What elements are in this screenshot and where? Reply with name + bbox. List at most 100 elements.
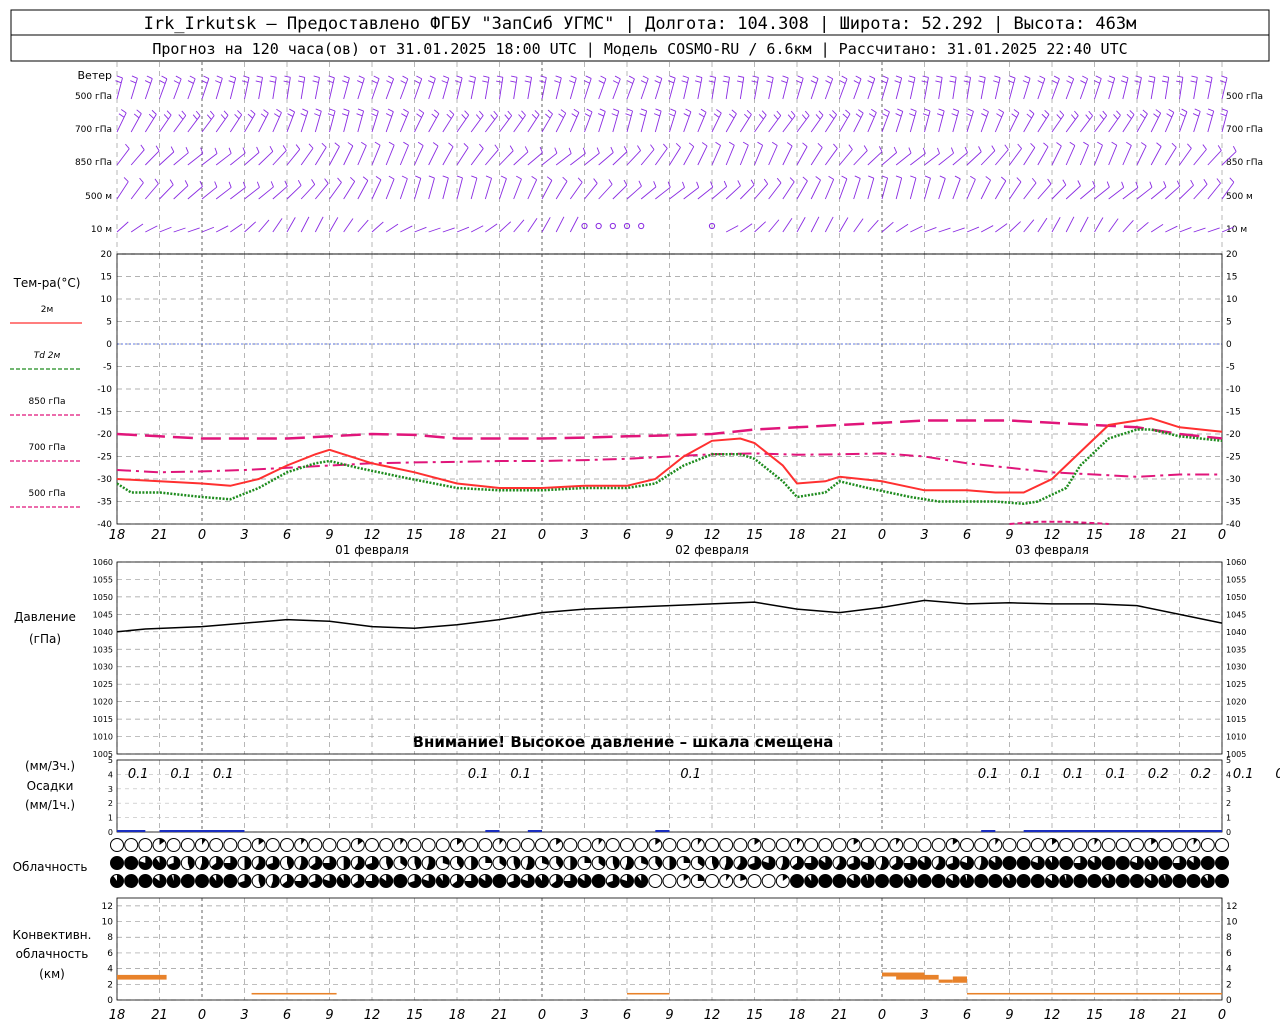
pressure-ytick: 1025 — [93, 680, 113, 689]
wind-barb — [513, 77, 518, 100]
wind-barb-flag — [372, 108, 379, 112]
time-tick-bottom: 18 — [1129, 1008, 1146, 1023]
wind-barb-flag — [855, 75, 862, 80]
wind-barb — [1079, 115, 1093, 133]
wind-barb-flag — [1099, 114, 1104, 120]
cloud-symbol — [832, 838, 847, 852]
wind-barb-flag — [750, 179, 755, 186]
wind-barb-flag — [554, 80, 561, 84]
wind-barb-flag — [229, 75, 236, 79]
wind-barb-flag — [163, 114, 169, 120]
wind-barb-flag — [151, 109, 157, 115]
wind-barb-flag — [146, 75, 153, 79]
wind-barb — [782, 217, 793, 233]
wind-barb — [484, 178, 492, 200]
wind-barb — [782, 145, 793, 166]
wind-barb-flag — [683, 113, 690, 117]
wind-barb — [980, 150, 996, 166]
wind-barb — [244, 113, 256, 133]
precip-bar — [159, 830, 245, 832]
wind-barb-flag — [1116, 110, 1121, 116]
wind-barb — [1108, 187, 1124, 200]
conv-ytick-right: 8 — [1226, 933, 1232, 943]
wind-barb — [1108, 145, 1118, 166]
wind-barb-flag — [1156, 142, 1162, 147]
cloud-fill — [209, 874, 223, 888]
wind-barb-flag — [1095, 75, 1102, 79]
wind-barb-flag — [878, 146, 883, 152]
temp-ytick-right: 5 — [1226, 318, 1232, 328]
wind-barb-flag — [637, 145, 641, 151]
time-tick: 0 — [538, 528, 546, 543]
calm-wind-mark — [609, 222, 616, 230]
cloud-symbol — [265, 838, 280, 852]
cloud-symbol — [1030, 874, 1045, 888]
wind-barb-flag — [935, 80, 942, 83]
pressure-ytick: 1045 — [93, 610, 113, 619]
wind-barb-flag — [1108, 75, 1115, 79]
wind-barb-flag — [1016, 177, 1022, 183]
wind-barb — [867, 178, 875, 200]
wind-barb — [286, 185, 302, 200]
wind-barb-flag — [516, 175, 522, 180]
wind-barb — [824, 114, 837, 133]
wind-barb-flag — [256, 146, 260, 153]
wind-barb-flag — [804, 110, 810, 116]
wind-barb — [697, 186, 714, 200]
cloud-symbol — [917, 874, 932, 888]
wind-barb — [980, 111, 989, 133]
wind-barb-flag — [461, 114, 467, 120]
wind-barb-flag — [668, 113, 675, 117]
wind-barb-flag — [950, 75, 957, 78]
time-tick: 9 — [665, 528, 673, 543]
wind-barb-flag — [284, 75, 291, 78]
time-tick: 21 — [1171, 528, 1188, 543]
cloud-symbol — [1002, 856, 1017, 870]
wind-barb — [881, 111, 890, 133]
wind-barb-flag — [256, 75, 263, 78]
wind-barb — [314, 216, 324, 233]
cloud-symbol — [705, 874, 719, 888]
wind-barb-flag — [867, 80, 874, 84]
wind-barb-flag — [1232, 146, 1237, 152]
wind-barb-flag — [985, 176, 991, 181]
wind-barb — [1009, 148, 1022, 166]
wind-barb — [456, 226, 470, 233]
time-tick: 18 — [1129, 528, 1146, 543]
cloud-symbol — [1158, 838, 1173, 852]
time-tick-bottom: 15 — [1086, 1008, 1103, 1023]
wind-barb-flag — [1206, 113, 1213, 117]
wind-barb-flag — [994, 75, 1001, 79]
wind-barb — [1164, 147, 1177, 166]
wind-barb-flag — [922, 75, 929, 78]
wind-barb-flag — [638, 180, 642, 187]
wind-barb — [1051, 145, 1062, 166]
wind-barb — [258, 151, 274, 166]
wind-barb — [144, 114, 157, 133]
cloud-fill — [485, 856, 492, 863]
wind-barb-flag — [723, 75, 730, 78]
wind-barb-flag — [1052, 80, 1058, 84]
wind-barb-flag — [701, 142, 708, 147]
wind-barb-flag — [545, 113, 551, 119]
wind-barb-flag — [374, 141, 381, 146]
wind-barb-flag — [696, 75, 703, 78]
wind-barb — [711, 145, 721, 166]
conv-ytick: 8 — [107, 933, 113, 943]
temp-ytick: -5 — [103, 363, 112, 373]
wind-barb — [499, 115, 513, 133]
wind-barb — [1065, 115, 1079, 133]
cloud-symbol — [464, 838, 479, 852]
wind-barb-flag — [1026, 113, 1032, 119]
wind-barb-flag — [401, 175, 408, 180]
wind-barb — [938, 178, 946, 200]
wind-barb-flag — [507, 110, 513, 116]
wind-barb-flag — [442, 175, 449, 179]
time-tick: 6 — [623, 528, 631, 543]
header-line-2: Прогноз на 120 часа(ов) от 31.01.2025 18… — [152, 40, 1127, 58]
wind-barb — [626, 185, 642, 200]
cloud-symbol — [747, 874, 762, 888]
wind-barb-flag — [192, 114, 198, 120]
wind-barb-flag — [1126, 141, 1132, 146]
cloud-symbol — [577, 838, 592, 852]
